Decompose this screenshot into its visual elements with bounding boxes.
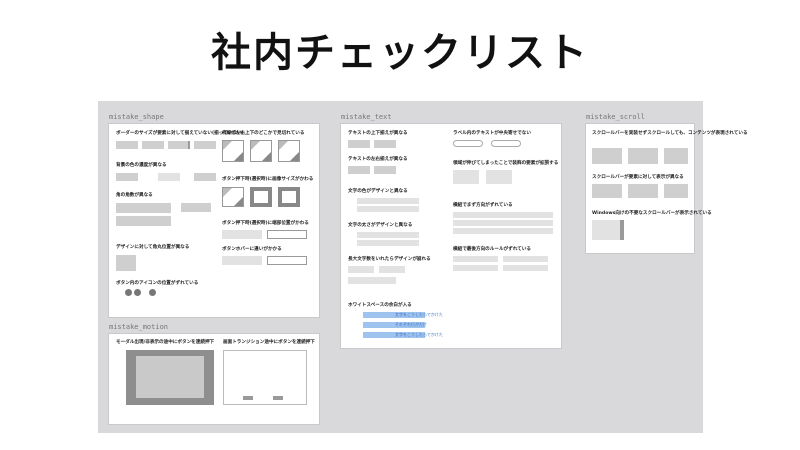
sample-box <box>181 203 211 212</box>
text-line-sample <box>357 198 419 204</box>
sample-box <box>453 170 479 184</box>
sample-box <box>116 141 138 149</box>
button-sample <box>267 230 307 239</box>
heading-corner: 角の角数が異なる <box>116 193 153 198</box>
sample-box <box>168 141 190 149</box>
pressed-sample <box>222 187 244 207</box>
text-line-sample <box>357 240 419 246</box>
heading-long-text: 長大文字数をいれたらデザインが崩れる <box>348 257 431 262</box>
frame-label-scroll[interactable]: mistake_scroll <box>586 113 645 121</box>
heading-whitespace: ホワイトスペースの余白が入る <box>348 303 412 308</box>
heading-direction-shift: 横組でまず方向がずれている <box>453 203 513 208</box>
button-sample <box>267 256 307 265</box>
frame-label-motion[interactable]: mistake_motion <box>109 323 168 331</box>
sample-box <box>348 266 374 273</box>
blue-label: それぞれ行がだけ <box>395 322 427 327</box>
sample-box <box>116 216 171 226</box>
button-sample <box>222 230 262 239</box>
clipped-frame-sample <box>278 140 300 162</box>
heading-horizontal-align: テキストの左右揃えが異なる <box>348 157 408 162</box>
sample-box <box>486 170 512 184</box>
blue-label: 文字をこうしたらでかけた <box>395 332 443 337</box>
heading-icon-position: ボタン内のアイコンの位置がずれている <box>116 281 199 286</box>
frame-label-shape[interactable]: mistake_shape <box>109 113 164 121</box>
heading-scroll-diff: スクロールバーが要素に対して表示が異なる <box>592 175 684 180</box>
pressed-sample <box>250 187 272 207</box>
circle-icon <box>125 289 132 296</box>
heading-clipped-border: 枠線が左右上下のどこかで見切れている <box>222 131 305 136</box>
scroll-sample <box>664 148 688 164</box>
heading-radius: デザインに対して角丸位置が異なる <box>116 245 190 250</box>
heading-scroll-windows: Windows向けの不要なスクロールバーが表示されている <box>592 211 712 216</box>
scroll-sample <box>592 148 622 164</box>
frame-mistake-shape[interactable]: ボーダーのサイズが要素に対して揃えていない(揃っていない) 背景の色の濃度が異な… <box>108 123 320 318</box>
heading-hover: ボタンホバーに違いがかかる <box>222 247 282 252</box>
sample-box <box>158 173 180 181</box>
screen-button <box>273 396 283 400</box>
heading-text-weight: 文字の太さがデザインと異なる <box>348 223 413 228</box>
blue-label: 文字をこうしたらでかけた <box>395 312 443 317</box>
sample-box <box>116 255 136 271</box>
sample-box <box>379 266 405 273</box>
screen-button <box>243 396 253 400</box>
row-sample <box>453 256 498 262</box>
pressed-sample <box>278 187 300 207</box>
sample-box <box>194 173 216 181</box>
sample-box <box>374 140 396 148</box>
clipped-frame-sample <box>222 140 244 162</box>
heading-decoration-stretch: 領域が伸びてしまったことで装飾の要素が拡張する <box>453 161 559 166</box>
frame-label-text[interactable]: mistake_text <box>341 113 392 121</box>
scroll-sample <box>628 148 658 164</box>
row-sample <box>453 228 553 234</box>
button-sample <box>222 256 262 265</box>
clipped-frame-sample <box>250 140 272 162</box>
transition-screen <box>223 350 307 405</box>
scroll-sample <box>664 184 688 198</box>
design-canvas[interactable]: mistake_shape ボーダーのサイズが要素に対して揃えていない(揃ってい… <box>98 101 748 433</box>
heading-scroll-content: スクロールバーを実装せずスクロールしても、コンテンツが表現されている <box>592 131 748 136</box>
sample-box <box>116 173 138 181</box>
label-sample <box>453 140 483 147</box>
heading-pressed-position: ボタン押下時(選択時)に端部位置がかわる <box>222 221 309 226</box>
heading-bg-color: 背景の色の濃度が異なる <box>116 163 167 168</box>
row-sample <box>503 256 548 262</box>
heading-direction-rule: 横組で最後方向のルールがずれている <box>453 247 531 252</box>
sample-box <box>116 203 171 213</box>
circle-icon <box>149 289 156 296</box>
row-sample <box>453 220 553 226</box>
row-sample <box>503 265 548 271</box>
frame-mistake-scroll[interactable]: スクロールバーを実装せずスクロールしても、コンテンツが表現されている スクロール… <box>585 123 748 254</box>
heading-label-center: ラベル内のテキストが中央寄せでない <box>453 131 531 136</box>
text-line-sample <box>357 232 419 238</box>
sample-box <box>374 166 396 174</box>
label-sample <box>491 140 521 147</box>
sample-box <box>194 141 216 149</box>
heading-modal: モーダル出現/非表示の途中にボタンを連続押下 <box>116 340 215 345</box>
heading-pressed-size: ボタン押下時(選択時)に画像サイズがかわる <box>222 177 314 182</box>
heading-vertical-align: テキストの上下揃えが異なる <box>348 131 408 136</box>
sample-box <box>348 277 396 284</box>
sample-box <box>348 140 370 148</box>
page-title: 社内チェックリスト <box>211 30 589 76</box>
frame-mistake-motion[interactable]: モーダル出現/非表示の途中にボタンを連続押下 画面トランジション途中にボタンを連… <box>108 333 320 425</box>
sample-box <box>142 141 164 149</box>
sample-box <box>348 166 370 174</box>
row-sample <box>453 212 553 218</box>
row-sample <box>453 265 498 271</box>
frame-mistake-text[interactable]: テキストの上下揃えが異なる テキストの左右揃えが異なる 文字の色がデザインと異な… <box>340 123 562 349</box>
heading-text-color: 文字の色がデザインと異なる <box>348 189 408 194</box>
heading-transition: 画面トランジション途中にボタンを連続押下 <box>223 340 315 345</box>
scrollbar-sample <box>620 220 624 240</box>
circle-icon <box>134 289 141 296</box>
text-line-sample <box>357 206 419 212</box>
scroll-sample <box>628 184 658 198</box>
modal-sample <box>136 356 204 398</box>
scroll-sample <box>592 184 622 198</box>
sample-border <box>188 141 190 149</box>
